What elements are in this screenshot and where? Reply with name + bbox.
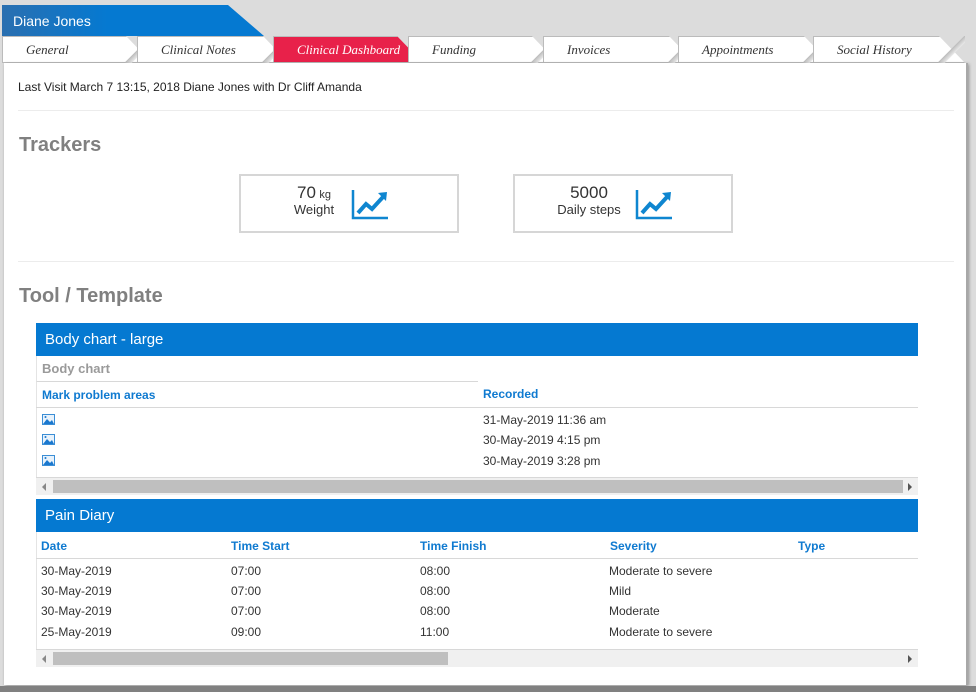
tracker-daily-steps[interactable]: 5000 Daily steps [513, 174, 733, 233]
severity-cell: Moderate to severe [609, 625, 713, 639]
trend-chart-icon[interactable] [351, 188, 389, 220]
time-start-cell: 07:00 [231, 584, 262, 598]
header-rule [36, 558, 918, 559]
tab-label: General [26, 42, 69, 57]
tab-label: Clinical Dashboard [297, 42, 401, 57]
scroll-left-arrow[interactable] [42, 483, 46, 491]
tab-label: Appointments [702, 42, 774, 57]
scroll-thumb[interactable] [53, 480, 903, 493]
column-header-time-start[interactable]: Time Start [231, 539, 289, 553]
tracker-weight[interactable]: 70 kg Weight [239, 174, 459, 233]
tab-label: Invoices [567, 42, 611, 57]
time-finish-cell: 08:00 [420, 584, 451, 598]
column-header-date[interactable]: Date [41, 539, 67, 553]
image-icon[interactable] [42, 455, 55, 466]
body-chart-header: Body chart - large [36, 323, 918, 356]
tracker-number: 70 [297, 183, 316, 202]
tracker-number: 5000 [570, 183, 608, 202]
tab-invoices[interactable]: Invoices [543, 36, 695, 63]
divider [18, 261, 954, 262]
time-start-cell: 07:00 [231, 604, 262, 618]
time-start-cell: 09:00 [231, 625, 262, 639]
tab-label: Funding [432, 42, 477, 57]
tracker-label: Weight [293, 202, 335, 217]
tab-label: Social History [837, 42, 912, 57]
card-border [36, 532, 37, 650]
scroll-right-arrow[interactable] [908, 483, 912, 491]
last-visit-text: Last Visit March 7 13:15, 2018 Diane Jon… [18, 80, 362, 94]
scroll-thumb[interactable] [53, 652, 448, 665]
column-header-time-finish[interactable]: Time Finish [420, 539, 486, 553]
severity-cell: Moderate to severe [609, 564, 713, 578]
recorded-cell: 30-May-2019 4:15 pm [483, 433, 601, 447]
tab-social-history[interactable]: Social History [813, 36, 965, 63]
pain-diary-horizontal-scrollbar[interactable] [36, 650, 918, 667]
severity-cell: Mild [609, 584, 632, 598]
card-border [36, 382, 37, 478]
scroll-right-arrow[interactable] [908, 655, 912, 663]
header-rule [36, 407, 918, 408]
column-header-severity[interactable]: Severity [610, 539, 657, 553]
patient-name: Diane Jones [13, 13, 91, 29]
divider [18, 110, 954, 111]
tab-general[interactable]: General [2, 36, 152, 63]
time-finish-cell: 11:00 [420, 625, 450, 639]
column-header-mark-problem-areas[interactable]: Mark problem areas [42, 388, 155, 402]
severity-cell: Moderate [609, 604, 660, 618]
tracker-unit: kg [319, 189, 331, 201]
trackers-title: Trackers [19, 134, 102, 156]
body-chart-subheader: Body chart [36, 356, 478, 382]
column-header-type[interactable]: Type [798, 539, 825, 553]
tracker-value: 70 kg Weight [291, 183, 337, 217]
time-finish-cell: 08:00 [420, 564, 451, 578]
date-cell: 25-May-2019 [41, 625, 112, 639]
image-icon[interactable] [42, 414, 55, 425]
date-cell: 30-May-2019 [41, 604, 112, 618]
tab-appointments[interactable]: Appointments [678, 36, 830, 63]
date-cell: 30-May-2019 [41, 564, 112, 578]
trend-chart-icon[interactable] [635, 188, 673, 220]
window-bottom-edge [0, 686, 976, 692]
scroll-left-arrow[interactable] [42, 655, 46, 663]
date-cell: 30-May-2019 [41, 584, 112, 598]
time-start-cell: 07:00 [231, 564, 262, 578]
patient-name-tab: Diane Jones [2, 5, 264, 36]
tab-label: Clinical Notes [161, 42, 236, 57]
recorded-cell: 30-May-2019 3:28 pm [483, 454, 601, 468]
pain-diary-header: Pain Diary [36, 499, 918, 532]
tab-clinical-dashboard[interactable]: Clinical Dashboard [273, 36, 423, 63]
recorded-cell: 31-May-2019 11:36 am [483, 413, 607, 427]
tab-clinical-notes[interactable]: Clinical Notes [137, 36, 289, 63]
tab-funding[interactable]: Funding [408, 36, 558, 63]
tracker-label: Daily steps [557, 202, 621, 217]
tracker-value: 5000 Daily steps [551, 183, 627, 217]
image-icon[interactable] [42, 434, 55, 445]
clinical-dashboard-panel: Last Visit March 7 13:15, 2018 Diane Jon… [4, 63, 968, 685]
body-chart-horizontal-scrollbar[interactable] [36, 478, 918, 495]
time-finish-cell: 08:00 [420, 604, 451, 618]
column-header-recorded[interactable]: Recorded [483, 387, 538, 401]
tool-template-title: Tool / Template [19, 285, 163, 307]
